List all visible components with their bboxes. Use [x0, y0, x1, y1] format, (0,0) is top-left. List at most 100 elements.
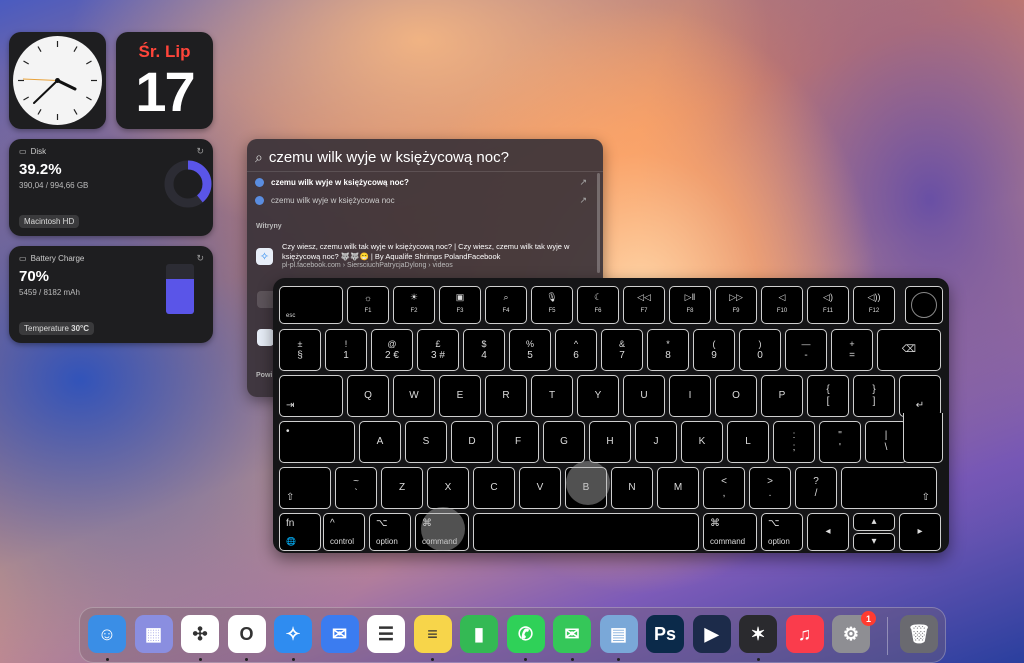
- key-return[interactable]: ↵: [899, 375, 941, 417]
- key-f8[interactable]: ▷‖ F8: [669, 286, 711, 324]
- safari-icon[interactable]: ✧: [274, 615, 312, 653]
- key-number-9[interactable]: (9: [693, 329, 735, 371]
- calendar-widget[interactable]: Śr. Lip 17: [116, 32, 213, 129]
- key-c[interactable]: C: [473, 467, 515, 509]
- clock-widget[interactable]: [9, 32, 106, 129]
- key-f2[interactable]: ☀ F2: [393, 286, 435, 324]
- key->[interactable]: > .: [749, 467, 791, 509]
- key-command-left[interactable]: ⌘ command: [415, 513, 469, 551]
- key-f7[interactable]: ◁◁ F7: [623, 286, 665, 324]
- key-number-0[interactable]: ± §: [279, 329, 321, 371]
- launchpad-icon[interactable]: ▦: [134, 615, 173, 653]
- key-esc[interactable]: esc: [279, 286, 343, 324]
- key-caps-lock[interactable]: •: [279, 421, 355, 463]
- key-number-13[interactable]: ⌫: [877, 329, 941, 371]
- key-o[interactable]: O: [715, 375, 757, 417]
- key-i[interactable]: I: [669, 375, 711, 417]
- key-f11[interactable]: ◁) F11: [807, 286, 849, 324]
- scrollbar[interactable]: [597, 173, 600, 273]
- key-?[interactable]: ? /: [795, 467, 837, 509]
- key-f5[interactable]: 🎙 F5: [531, 286, 573, 324]
- key-number-8[interactable]: * 8: [647, 329, 689, 371]
- key-d[interactable]: D: [451, 421, 493, 463]
- battery-widget[interactable]: ▭ Battery Charge ↻ 70% 5459 / 8182 mAh T…: [9, 246, 213, 343]
- key-a[interactable]: A: [359, 421, 401, 463]
- suggestion-item[interactable]: czemu wilk wyje w księżycową noc? ↗: [255, 174, 587, 190]
- key-m[interactable]: M: [657, 467, 699, 509]
- key-g[interactable]: G: [543, 421, 585, 463]
- key-n[interactable]: N: [611, 467, 653, 509]
- key-number-5[interactable]: % 5: [509, 329, 551, 371]
- mail-icon[interactable]: ✉: [320, 615, 359, 653]
- key-f4[interactable]: ⌕ F4: [485, 286, 527, 324]
- key-command-right[interactable]: ⌘ command: [703, 513, 757, 551]
- key-number-4[interactable]: $4: [463, 329, 505, 371]
- key-number-3[interactable]: £3 #: [417, 329, 459, 371]
- whatsapp-icon[interactable]: ✆: [506, 615, 545, 653]
- photoshop-icon[interactable]: Ps: [646, 615, 684, 653]
- key-f[interactable]: F: [497, 421, 539, 463]
- key-w[interactable]: W: [393, 375, 435, 417]
- key-number-11[interactable]: — -: [785, 329, 827, 371]
- virtual-keyboard[interactable]: esc ☼ F1 ☀ F2 ▣ F3 ⌕ F4 🎙 F5 ☾ F6 ◁◁ F7 ▷‖ F8 ▷▷ F9 ◁ F10 ◁) F…: [273, 278, 949, 553]
- spotlight-search[interactable]: ⌕ czemu wilk wyje w księżycową noc?: [255, 145, 595, 169]
- key-:[interactable]: : ;: [773, 421, 815, 463]
- key-t[interactable]: T: [531, 375, 573, 417]
- key-number-7[interactable]: & 7: [601, 329, 643, 371]
- key-b[interactable]: B: [565, 467, 607, 509]
- key-number-1[interactable]: ! 1: [325, 329, 367, 371]
- notes-icon[interactable]: ≡: [413, 615, 452, 653]
- system-settings-icon[interactable]: ⚙ 1: [832, 611, 876, 653]
- spotlight-query[interactable]: czemu wilk wyje w księżycową noc?: [269, 149, 509, 166]
- key-<[interactable]: < ,: [703, 467, 745, 509]
- key-z[interactable]: Z: [381, 467, 423, 509]
- key-y[interactable]: Y: [577, 375, 619, 417]
- key-s[interactable]: S: [405, 421, 447, 463]
- key-shift-left[interactable]: ⇧: [279, 467, 331, 509]
- key-return-lower[interactable]: [903, 413, 943, 463]
- key-option-right[interactable]: ⌥ option: [761, 513, 803, 551]
- website-result[interactable]: ✧ Czy wiesz, czemu wilk tak wyje w księż…: [256, 242, 587, 269]
- key-j[interactable]: J: [635, 421, 677, 463]
- touch-id-button[interactable]: [905, 286, 943, 324]
- key-~[interactable]: ~ `: [335, 467, 377, 509]
- refresh-icon[interactable]: ↻: [196, 253, 204, 264]
- key-tab[interactable]: ⇥: [279, 375, 343, 417]
- key-v[interactable]: V: [519, 467, 561, 509]
- key-arrow-right[interactable]: ▸: [899, 513, 941, 551]
- suggestion-item[interactable]: czemu wilk wyje w księżycowa noc ↗: [255, 192, 587, 208]
- refresh-icon[interactable]: ↻: [196, 146, 204, 157]
- key-control[interactable]: ^ control: [323, 513, 365, 551]
- opera-icon[interactable]: O: [227, 615, 266, 653]
- music-icon[interactable]: ♫: [785, 615, 824, 653]
- key-{[interactable]: { [: [807, 375, 849, 417]
- key-h[interactable]: H: [589, 421, 631, 463]
- key-arrow-up[interactable]: ▴: [853, 513, 895, 531]
- key-f3[interactable]: ▣ F3: [439, 286, 481, 324]
- infuse-icon[interactable]: ▶: [692, 615, 731, 653]
- finder-icon[interactable]: ☺: [88, 615, 126, 653]
- reminders-icon[interactable]: ☰: [367, 615, 405, 653]
- key-|[interactable]: | \: [865, 421, 907, 463]
- preview-icon[interactable]: ▤: [599, 615, 638, 653]
- key-r[interactable]: R: [485, 375, 527, 417]
- final-cut-pro-icon[interactable]: ✶: [739, 615, 777, 653]
- key-number-6[interactable]: ^ 6: [555, 329, 597, 371]
- key-e[interactable]: E: [439, 375, 481, 417]
- key-q[interactable]: Q: [347, 375, 389, 417]
- key-u[interactable]: U: [623, 375, 665, 417]
- trash-icon[interactable]: 🗑: [900, 615, 938, 653]
- key-number-12[interactable]: + =: [831, 329, 873, 371]
- key-}[interactable]: } ]: [853, 375, 895, 417]
- key-f10[interactable]: ◁ F10: [761, 286, 803, 324]
- key-space[interactable]: [473, 513, 699, 551]
- key-fn[interactable]: fn 🌐: [279, 513, 321, 551]
- key-shift-right[interactable]: ⇧: [841, 467, 937, 509]
- key-k[interactable]: K: [681, 421, 723, 463]
- key-arrow-left[interactable]: ◂: [807, 513, 849, 551]
- key-x[interactable]: X: [427, 467, 469, 509]
- key-"[interactable]: " ': [819, 421, 861, 463]
- disk-widget[interactable]: ▭ Disk ↻ 39.2% 390,04 / 994,66 GB Macint…: [9, 139, 213, 236]
- key-arrow-down[interactable]: ▾: [853, 533, 895, 551]
- messages-icon[interactable]: ✉: [553, 615, 591, 653]
